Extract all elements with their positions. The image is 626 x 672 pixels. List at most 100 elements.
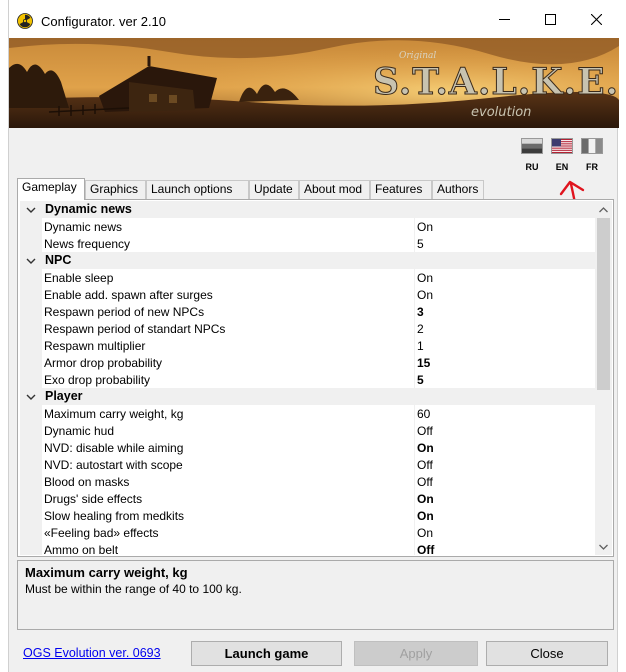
version-link[interactable]: OGS Evolution ver. 0693 [23,646,161,660]
tab-gameplay[interactable]: Gameplay [17,178,85,200]
tab-about-mod[interactable]: About mod [299,180,370,199]
property-row[interactable]: Slow healing from medkits On [20,507,595,524]
property-name: Respawn period of new NPCs [44,305,205,319]
tab-features[interactable]: Features [370,180,432,199]
property-value[interactable]: 15 [417,356,430,370]
flag-en-button[interactable] [551,138,573,154]
description-title: Maximum carry weight, kg [25,565,188,580]
title-bar[interactable]: Configurator. ver 2.10 [9,0,619,38]
category-player[interactable]: Player [20,388,595,405]
property-row[interactable]: Respawn period of standart NPCs 2 [20,320,595,337]
property-value[interactable]: On [417,271,433,285]
property-row[interactable]: Respawn period of new NPCs 3 [20,303,595,320]
property-name: Blood on masks [44,475,130,489]
close-button[interactable]: Close [486,641,608,666]
property-name: Respawn period of standart NPCs [44,322,226,336]
description-text: Must be within the range of 40 to 100 kg… [25,582,242,596]
property-name: Maximum carry weight, kg [44,407,184,421]
property-row[interactable]: Armor drop probability 15 [20,354,595,371]
usa-flag-icon [552,139,572,153]
property-value[interactable]: Off [417,475,433,489]
property-row[interactable]: Ammo on belt Off [20,541,595,555]
property-value[interactable]: On [417,526,433,540]
tab-update[interactable]: Update [249,180,299,199]
property-row[interactable]: Drugs' side effects On [20,490,595,507]
property-value[interactable]: On [417,220,433,234]
minimize-icon [498,18,510,20]
tab-graphics[interactable]: Graphics [85,180,146,199]
banner-image: Original S.T.A.L.K.E.R. evolution [9,38,619,128]
minimize-button[interactable] [481,0,527,38]
lang-label-fr: FR [586,162,598,172]
tab-launch-options[interactable]: Launch options [146,180,249,199]
property-grid-scrollbar[interactable] [595,201,612,555]
property-value[interactable]: 5 [417,237,424,251]
property-row[interactable]: Enable add. spawn after surges On [20,286,595,303]
property-value[interactable]: 2 [417,322,424,336]
flag-ru-button[interactable] [521,138,543,154]
property-name: Respawn multiplier [44,339,146,353]
property-value[interactable]: On [417,509,434,523]
chevron-down-icon[interactable] [26,205,36,215]
apply-button[interactable]: Apply [354,641,478,666]
property-row[interactable]: Maximum carry weight, kg 60 [20,405,595,422]
chevron-down-icon[interactable] [26,392,36,402]
property-name: News frequency [44,237,131,251]
property-value[interactable]: On [417,492,434,506]
lang-label-ru: RU [525,162,539,172]
category-label: Dynamic news [45,202,132,216]
chevron-up-icon [599,206,608,212]
property-value[interactable]: Off [417,458,433,472]
property-value[interactable]: 60 [417,407,430,421]
radiation-icon [17,13,33,29]
property-value[interactable]: 5 [417,373,424,387]
maximize-icon [544,13,556,25]
category-npc[interactable]: NPC [20,252,595,269]
property-value[interactable]: 1 [417,339,424,353]
window-title: Configurator. ver 2.10 [41,14,167,29]
property-row[interactable]: NVD: autostart with scope Off [20,456,595,473]
property-value[interactable]: On [417,288,433,302]
maximize-button[interactable] [527,0,573,38]
property-row[interactable]: Exo drop probability 5 [20,371,595,388]
chevron-down-icon[interactable] [26,256,36,266]
property-row[interactable]: Respawn multiplier 1 [20,337,595,354]
property-name: Enable add. spawn after surges [44,288,213,302]
property-row[interactable]: NVD: disable while aiming On [20,439,595,456]
property-value[interactable]: Off [417,543,434,555]
property-row[interactable]: Blood on masks Off [20,473,595,490]
property-name: NVD: autostart with scope [44,458,183,472]
banner-logo-main: S.T.A.L.K.E.R. [373,61,619,103]
property-description-panel: Maximum carry weight, kg Must be within … [17,560,614,630]
category-dynamic-news[interactable]: Dynamic news [20,201,595,218]
property-row[interactable]: News frequency 5 [20,235,595,252]
property-value[interactable]: 3 [417,305,424,319]
property-name: Drugs' side effects [44,492,143,506]
property-row[interactable]: «Feeling bad» effects On [20,524,595,541]
tab-authors[interactable]: Authors [432,180,484,199]
property-row[interactable]: Dynamic news On [20,218,595,235]
property-name: Enable sleep [44,271,114,285]
property-name: Exo drop probability [44,373,151,387]
configurator-window: Configurator. ver 2.10 Original S.T.A.L.… [8,0,619,672]
scroll-up-button[interactable] [595,201,612,218]
property-name: Ammo on belt [44,543,119,555]
property-row[interactable]: Dynamic hud Off [20,422,595,439]
property-value[interactable]: On [417,441,434,455]
scroll-thumb[interactable] [597,218,610,390]
scroll-down-button[interactable] [595,538,612,555]
property-name: NVD: disable while aiming [44,441,184,455]
property-name: Slow healing from medkits [44,509,185,523]
close-window-button[interactable] [573,0,619,38]
flag-fr-button[interactable] [581,138,603,154]
lang-label-en: EN [555,162,569,172]
close-icon [590,13,602,25]
category-label: Player [45,389,83,403]
property-name: Armor drop probability [44,356,163,370]
property-grid[interactable]: Dynamic news Dynamic news On News freque… [20,201,595,555]
property-value[interactable]: Off [417,424,433,438]
property-row[interactable]: Enable sleep On [20,269,595,286]
launch-game-button[interactable]: Launch game [191,641,342,666]
banner-logo-sub: evolution [471,105,531,120]
property-name: Dynamic news [44,220,123,234]
